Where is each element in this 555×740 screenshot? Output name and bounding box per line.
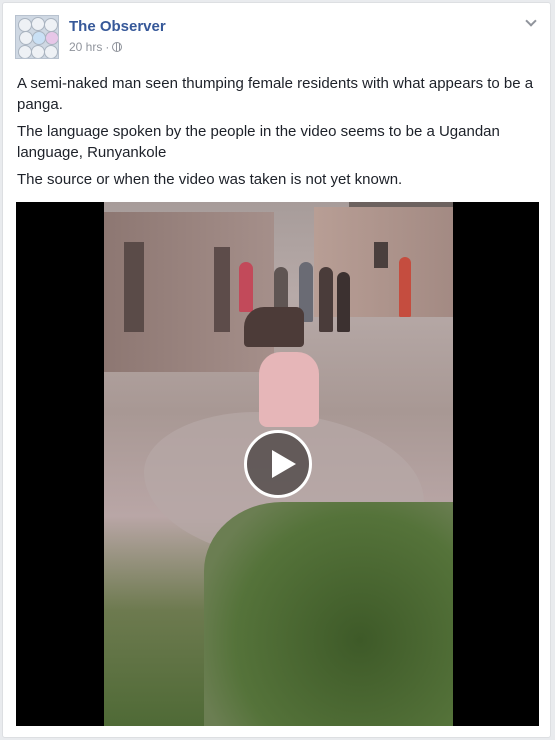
video-player[interactable]: [16, 202, 539, 726]
video-figure: [399, 257, 411, 317]
meta-separator: ·: [105, 40, 110, 54]
video-scene: [214, 247, 230, 332]
avatar-ball: [18, 18, 32, 32]
post-paragraph: The source or when the video was taken i…: [17, 171, 403, 188]
avatar-ball: [44, 18, 58, 32]
post-meta: 20 hrs ·: [69, 40, 123, 54]
avatar-ball: [19, 31, 33, 45]
video-figure: [244, 307, 304, 347]
video-figure: [319, 267, 333, 332]
avatar-ball: [31, 45, 45, 58]
avatar-ball: [18, 45, 32, 58]
video-scene: [204, 502, 453, 726]
avatar-ball: [32, 31, 46, 45]
post-text: A semi-naked man seen thumping female re…: [17, 73, 537, 196]
post-paragraph: The language spoken by the people in the…: [17, 123, 500, 161]
video-figure: [337, 272, 350, 332]
video-scene: [374, 242, 388, 268]
post-timestamp[interactable]: 20 hrs: [69, 40, 102, 54]
avatar-ball: [31, 17, 45, 31]
avatar-ball: [44, 45, 58, 58]
globe-icon: [112, 42, 123, 52]
video-scene: [124, 242, 144, 332]
video-figure: [259, 352, 319, 427]
page-name-link[interactable]: The Observer: [69, 18, 166, 35]
chevron-down-icon[interactable]: [526, 17, 536, 27]
post-paragraph: A semi-naked man seen thumping female re…: [17, 75, 534, 113]
page-avatar[interactable]: [15, 15, 59, 59]
avatar-ball: [45, 31, 58, 45]
play-icon[interactable]: [244, 430, 312, 498]
post-card: The Observer 20 hrs · A semi-naked man se…: [2, 2, 551, 738]
video-figure: [239, 262, 253, 312]
post-header: The Observer 20 hrs ·: [15, 15, 535, 61]
